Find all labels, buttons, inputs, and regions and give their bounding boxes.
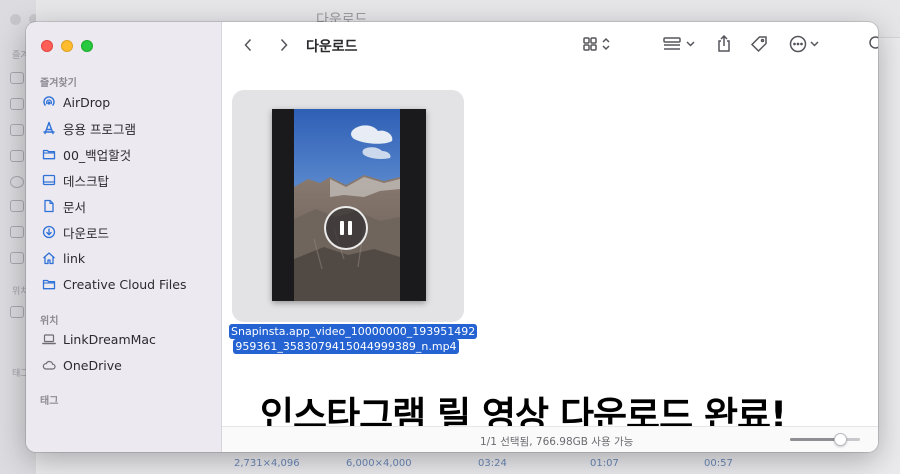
background-file-info: 2,731×4,096: [234, 458, 300, 469]
sidebar-item-label: link: [63, 250, 86, 266]
sidebar-item-linkdreammac[interactable]: LinkDreamMac: [36, 327, 212, 351]
icon-grid-icon: [582, 36, 612, 56]
more-actions-button[interactable]: [788, 34, 824, 58]
share-icon: [716, 34, 732, 57]
background-file-info: 6,000×4,000: [346, 458, 412, 469]
background-sidebar-icon: [10, 252, 24, 264]
tag-button[interactable]: [748, 34, 770, 58]
background-sidebar-icon: [10, 200, 24, 212]
status-bar: 1/1 선택됨, 766.98GB 사용 가능: [222, 426, 878, 452]
video-thumbnail[interactable]: [272, 109, 426, 301]
sidebar-item-airdrop[interactable]: AirDrop: [36, 90, 212, 114]
pause-icon: [348, 221, 352, 235]
tags-section-label: 태그: [40, 396, 59, 407]
sidebar-item-label: OneDrive: [63, 357, 122, 373]
window-title: 다운로드: [306, 39, 358, 55]
download-icon: [42, 225, 56, 239]
zoom-button[interactable]: [81, 40, 93, 52]
close-button[interactable]: [41, 40, 53, 52]
slider-knob[interactable]: [833, 433, 847, 446]
finder-window: 즐겨찾기 AirDrop 응용 프로그램 00_백업할것 데스크탑 문서 다운로…: [26, 22, 878, 452]
toolbar: 다운로드: [222, 22, 878, 70]
sidebar-item-onedrive[interactable]: OneDrive: [36, 353, 212, 377]
applications-icon: [42, 121, 56, 135]
background-sidebar-icon: [10, 176, 24, 188]
sidebar-item-label: AirDrop: [63, 94, 111, 110]
file-name-label[interactable]: Snapinsta.app_video_10000000_193951492 9…: [229, 324, 478, 354]
sidebar-item-label: 다운로드: [63, 225, 110, 241]
forward-button[interactable]: [274, 34, 294, 58]
pause-icon: [340, 221, 344, 235]
chevron-left-icon: [243, 37, 253, 56]
sidebar-item-label: Creative Cloud Files: [63, 276, 187, 292]
group-icon: [663, 36, 697, 56]
background-file-info: 01:07: [590, 458, 619, 469]
pause-button[interactable]: [324, 206, 368, 250]
file-name-line: 959361_3583079415044999389_n.mp4: [233, 339, 459, 354]
home-icon: [42, 251, 56, 265]
sidebar-item-label: LinkDreamMac: [63, 331, 156, 347]
background-sidebar-icon: [10, 150, 24, 162]
cloud-icon: [42, 358, 56, 372]
sidebar-item-creative-cloud[interactable]: Creative Cloud Files: [36, 272, 212, 296]
view-mode-button[interactable]: [580, 34, 614, 58]
ellipsis-circle-icon: [789, 35, 823, 57]
chevron-right-icon: [279, 37, 289, 56]
sidebar-item-backup-folder[interactable]: 00_백업할것: [36, 142, 212, 166]
background-sidebar-icon: [10, 72, 24, 84]
group-button[interactable]: [662, 34, 698, 58]
background-file-info-row: 2,731×4,096 6,000×4,000 03:24 01:07 00:5…: [0, 454, 900, 474]
background-file-info: 00:57: [704, 458, 733, 469]
folder-icon: [42, 147, 56, 161]
share-button[interactable]: [714, 34, 734, 58]
sidebar-item-label: 응용 프로그램: [63, 121, 136, 137]
favorites-section-label: 즐겨찾기: [40, 78, 77, 89]
sidebar-item-applications[interactable]: 응용 프로그램: [36, 116, 212, 140]
sidebar: 즐겨찾기 AirDrop 응용 프로그램 00_백업할것 데스크탑 문서 다운로…: [26, 22, 222, 452]
icon-size-slider[interactable]: [790, 433, 860, 446]
sidebar-item-desktop[interactable]: 데스크탑: [36, 168, 212, 192]
sidebar-item-label: 00_백업할것: [63, 147, 132, 163]
background-file-info: 03:24: [478, 458, 507, 469]
back-button[interactable]: [238, 34, 258, 58]
background-sidebar-icon: [10, 226, 24, 238]
traffic-lights: [41, 40, 93, 52]
locations-section-label: 위치: [40, 316, 59, 327]
background-sidebar-icon: [10, 124, 24, 136]
sidebar-item-label: 데스크탑: [63, 173, 110, 189]
search-icon: [868, 35, 878, 57]
slider-fill: [790, 438, 841, 441]
file-name-line: Snapinsta.app_video_10000000_193951492: [229, 324, 478, 339]
airdrop-icon: [42, 95, 56, 109]
sidebar-item-downloads[interactable]: 다운로드: [36, 220, 212, 244]
desktop-icon: [42, 173, 56, 187]
document-icon: [42, 199, 56, 213]
folder-icon: [42, 277, 56, 291]
sidebar-item-documents[interactable]: 문서: [36, 194, 212, 218]
video-frame-image: [294, 109, 400, 301]
search-button[interactable]: [866, 34, 878, 58]
sidebar-item-label: 문서: [63, 199, 87, 215]
minimize-button[interactable]: [61, 40, 73, 52]
background-sidebar-icon: [10, 98, 24, 110]
laptop-icon: [42, 332, 56, 346]
tag-icon: [750, 35, 768, 57]
status-text: 1/1 선택됨, 766.98GB 사용 가능: [480, 436, 634, 448]
background-sidebar-icon: [10, 306, 24, 318]
sidebar-item-home[interactable]: link: [36, 246, 212, 270]
